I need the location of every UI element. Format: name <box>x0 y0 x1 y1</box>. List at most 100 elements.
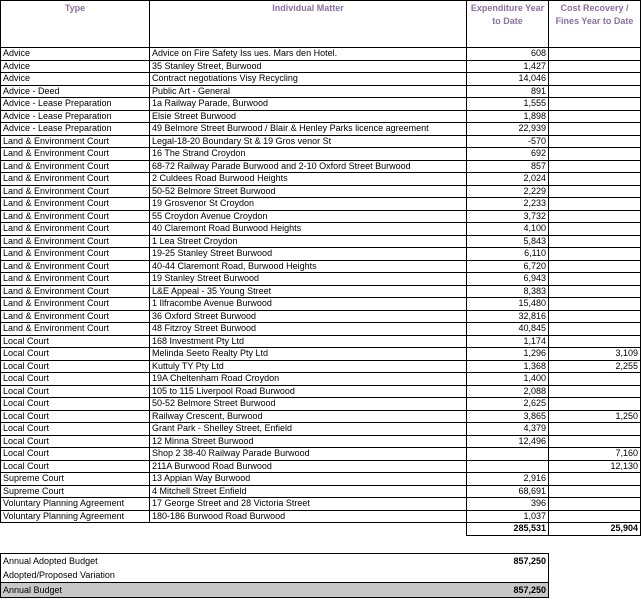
cell-matter: 55 Croydon Avenue Croydon <box>149 209 467 223</box>
budget-annual-label: Annual Budget <box>0 582 251 598</box>
table-row: Advice - Lease Preparation 49 Belmore Str… <box>0 122 641 136</box>
cell-matter: Public Art - General <box>149 84 467 98</box>
table-row: Local Court 12 Minna Street Burwood 12,496 <box>0 434 641 448</box>
cell-expenditure: 2,229 <box>466 184 549 198</box>
cell-expenditure: 396 <box>466 497 549 511</box>
budget-adopted-value: 857,250 <box>250 553 549 568</box>
cell-type: Advice - Lease Preparation <box>0 97 150 111</box>
cell-expenditure: 8,383 <box>466 284 549 298</box>
table-body: Advice Advice on Fire Safety Iss ues. Mar… <box>0 47 641 523</box>
cell-expenditure: 15,480 <box>466 297 549 311</box>
cell-expenditure: 1,555 <box>466 97 549 111</box>
cell-recovery <box>548 97 641 111</box>
cell-matter: 17 George Street and 28 Victoria Street <box>149 497 467 511</box>
cell-expenditure: 2,916 <box>466 472 549 486</box>
cell-recovery <box>548 497 641 511</box>
budget-adopted-label: Annual Adopted Budget <box>0 553 251 568</box>
table-row: Land & Environment Court 68-72 Railway Pa… <box>0 159 641 173</box>
cell-matter: 40-44 Claremont Road, Burwood Heights <box>149 259 467 273</box>
budget-variation-value <box>250 568 549 583</box>
cell-expenditure: 32,816 <box>466 309 549 323</box>
cell-expenditure: 14,046 <box>466 72 549 86</box>
column-header-recovery: Cost Recovery / Fines Year to Date <box>548 0 641 48</box>
cell-type: Land & Environment Court <box>0 222 150 236</box>
cell-recovery <box>548 84 641 98</box>
budget-row-adopted: Annual Adopted Budget 857,250 <box>0 553 549 568</box>
table-row: Advice - Lease Preparation Elsie Street B… <box>0 109 641 123</box>
cell-recovery <box>548 134 641 148</box>
cell-recovery <box>548 484 641 498</box>
cell-recovery <box>548 397 641 411</box>
cell-type: Local Court <box>0 334 150 348</box>
cell-matter: 180-186 Burwood Road Burwood <box>149 509 467 523</box>
cell-recovery <box>548 309 641 323</box>
cell-recovery <box>548 259 641 273</box>
cell-recovery <box>548 297 641 311</box>
cell-recovery <box>548 434 641 448</box>
cell-expenditure: 1,898 <box>466 109 549 123</box>
table-row: Land & Environment Court 1 Lea Street Cro… <box>0 234 641 248</box>
cell-type: Local Court <box>0 422 150 436</box>
cell-recovery <box>548 59 641 73</box>
totals-row: 285,531 25,904 <box>0 522 641 536</box>
cell-expenditure: 2,625 <box>466 397 549 411</box>
cell-recovery <box>548 209 641 223</box>
budget-summary: Annual Adopted Budget 857,250 Adopted/Pr… <box>0 553 549 598</box>
spreadsheet: Type Individual Matter Expenditure Year … <box>0 0 642 600</box>
cell-expenditure: 2,024 <box>466 172 549 186</box>
cell-matter: 19 Stanley Street Burwood <box>149 272 467 286</box>
cell-expenditure: 857 <box>466 159 549 173</box>
cell-type: Land & Environment Court <box>0 284 150 298</box>
totals-spacer <box>149 522 467 535</box>
cell-expenditure: 1,296 <box>466 347 549 361</box>
cell-type: Land & Environment Court <box>0 247 150 261</box>
cell-expenditure: 68,691 <box>466 484 549 498</box>
cell-expenditure: 12,496 <box>466 434 549 448</box>
table-row: Local Court Melinda Seeto Realty Pty Ltd 1… <box>0 347 641 361</box>
cell-expenditure: -570 <box>466 134 549 148</box>
cell-type: Local Court <box>0 434 150 448</box>
cell-matter: 13 Appian Way Burwood <box>149 472 467 486</box>
cell-type: Advice <box>0 59 150 73</box>
cell-expenditure: 1,400 <box>466 372 549 386</box>
cell-expenditure: 4,100 <box>466 222 549 236</box>
table-row: Local Court Grant Park - Shelley Street, … <box>0 422 641 436</box>
cell-matter: 50-52 Belmore Street Burwood <box>149 397 467 411</box>
cell-type: Local Court <box>0 347 150 361</box>
cell-recovery <box>548 272 641 286</box>
header-row: Type Individual Matter Expenditure Year … <box>0 0 641 48</box>
cell-type: Land & Environment Court <box>0 147 150 161</box>
budget-annual-value: 857,250 <box>250 582 549 598</box>
table-row: Land & Environment Court 2 Culdees Road B… <box>0 172 641 186</box>
table-row: Land & Environment Court L&E Appeal - 35 … <box>0 284 641 298</box>
table-row: Local Court Kuttuly TY Pty Ltd 1,368 2,255 <box>0 359 641 373</box>
cell-recovery <box>548 109 641 123</box>
cell-matter: Grant Park - Shelley Street, Enfield <box>149 422 467 436</box>
cell-type: Land & Environment Court <box>0 134 150 148</box>
table-row: Land & Environment Court 19-25 Stanley St… <box>0 247 641 261</box>
cell-recovery <box>548 322 641 336</box>
cell-type: Land & Environment Court <box>0 322 150 336</box>
table-row: Local Court 50-52 Belmore Street Burwood 2… <box>0 397 641 411</box>
cell-matter: 40 Claremont Road Burwood Heights <box>149 222 467 236</box>
cell-type: Land & Environment Court <box>0 172 150 186</box>
cell-expenditure: 4,379 <box>466 422 549 436</box>
total-recovery: 25,904 <box>548 522 641 536</box>
cell-recovery: 12,130 <box>548 459 641 473</box>
table-row: Local Court Shop 2 38-40 Railway Parade B… <box>0 447 641 461</box>
cell-matter: Shop 2 38-40 Railway Parade Burwood <box>149 447 467 461</box>
table-row: Land & Environment Court 48 Fitzroy Stree… <box>0 322 641 336</box>
cell-expenditure: 22,939 <box>466 122 549 136</box>
cell-matter: Elsie Street Burwood <box>149 109 467 123</box>
cell-matter: Contract negotiations Visy Recycling <box>149 72 467 86</box>
cell-expenditure: 5,843 <box>466 234 549 248</box>
table-row: Supreme Court 4 Mitchell Street Enfield 68… <box>0 484 641 498</box>
cell-matter: 50-52 Belmore Street Burwood <box>149 184 467 198</box>
table-row: Advice - Deed Public Art - General 891 <box>0 84 641 98</box>
cell-expenditure: 6,110 <box>466 247 549 261</box>
cell-matter: 1 Ilfracombe Avenue Burwood <box>149 297 467 311</box>
cell-matter: 4 Mitchell Street Enfield <box>149 484 467 498</box>
cell-type: Local Court <box>0 372 150 386</box>
column-header-matter: Individual Matter <box>149 0 467 48</box>
cell-recovery <box>548 384 641 398</box>
